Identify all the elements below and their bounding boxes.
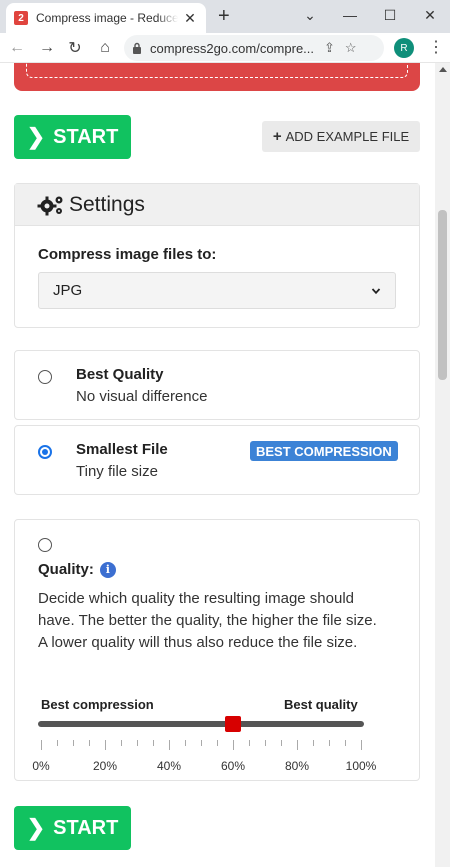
close-tab-icon[interactable]: ✕ — [182, 10, 198, 27]
dropzone-dashed-border — [26, 63, 408, 78]
chevron-down-icon — [371, 287, 381, 294]
slider-tick — [185, 740, 186, 746]
slider-tick — [41, 740, 42, 750]
format-select[interactable]: JPG — [38, 272, 396, 309]
slider-tick-label: 100% — [345, 759, 377, 773]
upload-dropzone[interactable] — [14, 63, 420, 91]
option-description: No visual difference — [76, 388, 208, 405]
best-compression-badge: BEST COMPRESSION — [250, 441, 398, 461]
address-bar[interactable]: compress2go.com/compre... ⇪ ☆ — [124, 35, 384, 61]
option-smallest-file[interactable]: Smallest File BEST COMPRESSION Tiny file… — [14, 425, 420, 495]
info-icon[interactable]: i — [99, 561, 116, 578]
slider-tick-label: 20% — [92, 759, 118, 773]
reload-icon[interactable]: ↻ — [64, 37, 86, 59]
home-icon[interactable]: ⌂ — [94, 37, 116, 59]
slider-tick — [73, 740, 74, 746]
slider-tick — [329, 740, 330, 746]
page-scrollbar[interactable] — [435, 63, 450, 867]
slider-tick-label: 40% — [156, 759, 182, 773]
forward-arrow-icon[interactable]: → — [36, 37, 58, 59]
slider-right-label: Best quality — [284, 697, 358, 712]
quality-card[interactable]: Quality: i Decide which quality the resu… — [14, 519, 420, 781]
start-button-bottom[interactable]: ❯ START — [14, 806, 131, 850]
slider-tick — [137, 740, 138, 746]
profile-avatar[interactable]: R — [394, 38, 414, 58]
site-favicon-icon: 2 — [14, 11, 28, 25]
settings-title: Settings — [69, 192, 145, 216]
radio-best-quality[interactable] — [38, 370, 52, 384]
chevron-right-icon: ❯ — [26, 124, 46, 149]
slider-tick — [201, 740, 202, 746]
quality-label: Quality: — [38, 561, 94, 578]
slider-ticks — [15, 740, 421, 750]
slider-tick — [121, 740, 122, 746]
quality-slider-handle[interactable] — [225, 716, 241, 732]
bookmark-star-icon[interactable]: ☆ — [345, 40, 357, 56]
url-text: compress2go.com/compre... — [150, 40, 315, 56]
slider-tick — [169, 740, 170, 750]
slider-tick — [153, 740, 154, 746]
option-best-quality[interactable]: Best Quality No visual difference — [14, 350, 420, 420]
slider-tick — [297, 740, 298, 750]
plus-icon: + — [272, 128, 282, 145]
slider-tick — [233, 740, 234, 750]
quality-description: Decide which quality the resulting image… — [38, 590, 377, 651]
browser-toolbar: ← → ↻ ⌂ compress2go.com/compre... ⇪ ☆ R … — [0, 33, 450, 63]
back-arrow-icon[interactable]: ← — [6, 37, 28, 59]
option-description: Tiny file size — [76, 463, 158, 480]
slider-tick — [105, 740, 106, 750]
option-title: Smallest File — [76, 441, 168, 458]
start-label: START — [53, 816, 119, 839]
page-viewport: ❯ START + ADD EXAMPLE FILE Settings Comp… — [0, 63, 450, 867]
chevron-right-icon: ❯ — [26, 815, 46, 840]
scroll-up-arrow-icon[interactable] — [439, 67, 447, 72]
slider-tick — [361, 740, 362, 750]
start-button-top[interactable]: ❯ START — [14, 115, 131, 159]
settings-header: Settings — [15, 184, 419, 226]
close-window-icon[interactable]: ✕ — [410, 4, 450, 26]
browser-menu-icon[interactable]: ⋮ — [428, 38, 444, 58]
tab-search-chevron-icon[interactable]: ⌄ — [290, 4, 330, 26]
slider-tick — [89, 740, 90, 746]
quality-slider-track[interactable] — [38, 721, 364, 727]
slider-tick — [217, 740, 218, 746]
start-label: START — [53, 125, 119, 148]
slider-tick-label: 0% — [32, 759, 50, 773]
add-example-label: ADD EXAMPLE FILE — [285, 129, 410, 144]
add-example-file-button[interactable]: + ADD EXAMPLE FILE — [262, 121, 420, 152]
quality-label-row: Quality: i — [38, 561, 116, 578]
share-icon[interactable]: ⇪ — [324, 40, 335, 56]
compress-format-label: Compress image files to: — [38, 246, 217, 263]
settings-card: Settings Compress image files to: JPG — [14, 183, 420, 328]
gears-icon — [37, 196, 63, 215]
new-tab-icon[interactable]: + — [218, 6, 230, 26]
slider-tick — [57, 740, 58, 746]
slider-tick — [281, 740, 282, 746]
browser-tab[interactable]: 2 Compress image - Reduce image ✕ — [6, 3, 206, 33]
radio-quality[interactable] — [38, 538, 52, 552]
slider-tick-label: 60% — [220, 759, 246, 773]
slider-tick-label: 80% — [284, 759, 310, 773]
radio-smallest-file[interactable] — [38, 445, 52, 459]
option-title: Best Quality — [76, 366, 164, 383]
slider-tick — [345, 740, 346, 746]
scrollbar-thumb[interactable] — [438, 210, 447, 380]
format-select-value: JPG — [53, 282, 83, 299]
minimize-window-icon[interactable]: — — [330, 4, 370, 26]
lock-icon — [133, 42, 141, 54]
slider-tick — [249, 740, 250, 746]
slider-left-label: Best compression — [41, 697, 154, 712]
tab-title: Compress image - Reduce image — [36, 11, 178, 25]
slider-tick — [265, 740, 266, 746]
maximize-window-icon[interactable]: ☐ — [370, 4, 410, 26]
slider-tick — [313, 740, 314, 746]
browser-tab-bar: 2 Compress image - Reduce image ✕ + ⌄ — … — [0, 0, 450, 33]
